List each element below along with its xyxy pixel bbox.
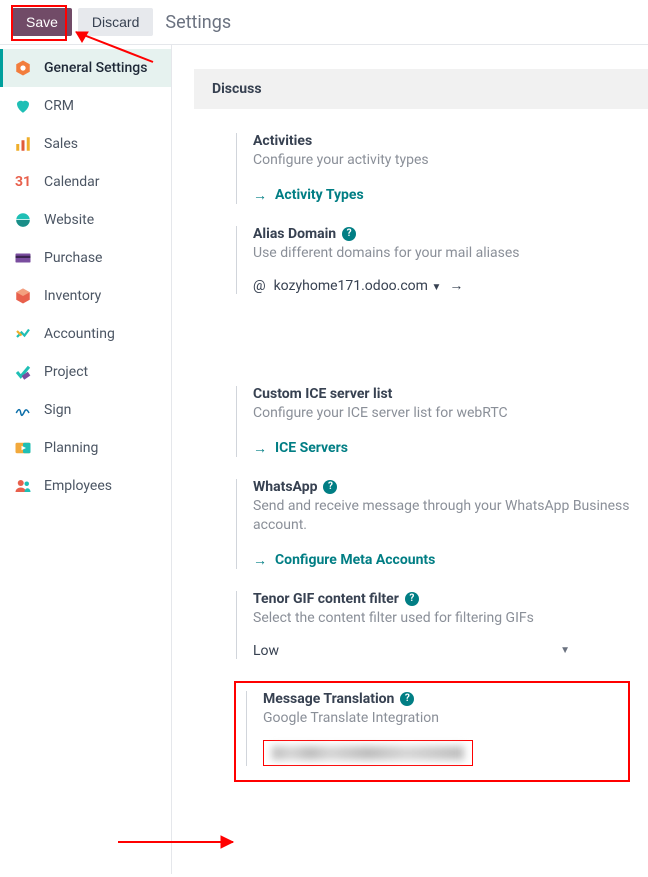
sidebar-item-label: Sign [44, 402, 71, 418]
api-key-obscured [272, 746, 464, 760]
card-icon [14, 249, 32, 267]
sidebar-item-calendar[interactable]: 31 Calendar [0, 163, 171, 201]
box-icon [14, 287, 32, 305]
calendar-icon: 31 [14, 173, 32, 191]
setting-desc: Send and receive message through your Wh… [253, 497, 630, 536]
sidebar-item-label: Employees [44, 478, 112, 494]
sidebar-item-label: CRM [44, 98, 74, 114]
sidebar-item-sign[interactable]: Sign [0, 391, 171, 429]
planning-icon [14, 439, 32, 457]
sidebar-item-label: Calendar [44, 174, 100, 190]
setting-title: Alias Domain ? [253, 226, 630, 242]
help-icon[interactable]: ? [342, 227, 356, 241]
alias-prefix: @ [253, 278, 266, 294]
people-icon [14, 477, 32, 495]
sidebar-item-planning[interactable]: Planning [0, 429, 171, 467]
setting-desc: Configure your ICE server list for webRT… [253, 404, 630, 424]
setting-tenor-filter: Tenor GIF content filter ? Select the co… [236, 591, 630, 659]
sidebar-item-employees[interactable]: Employees [0, 467, 171, 505]
sidebar-item-label: Planning [44, 440, 98, 456]
setting-title: Message Translation ? [263, 691, 618, 707]
arrow-right-icon: → [253, 187, 267, 204]
setting-whatsapp: WhatsApp ? Send and receive message thro… [236, 479, 630, 569]
help-icon[interactable]: ? [323, 480, 337, 494]
sidebar-item-purchase[interactable]: Purchase [0, 239, 171, 277]
signature-icon [14, 401, 32, 419]
title-text: Message Translation [263, 691, 394, 707]
save-button[interactable]: Save [12, 8, 72, 36]
title-text: Tenor GIF content filter [253, 591, 399, 607]
setting-activities: Activities Configure your activity types… [236, 133, 630, 204]
sidebar-item-label: Sales [44, 136, 78, 152]
sidebar-item-label: Inventory [44, 288, 101, 304]
sidebar-item-label: Project [44, 364, 88, 380]
sidebar-item-label: Purchase [44, 250, 102, 266]
title-text: Alias Domain [253, 226, 336, 242]
caret-down-icon: ▼ [431, 282, 441, 293]
setting-title: WhatsApp ? [253, 479, 630, 495]
discard-button[interactable]: Discard [78, 8, 153, 36]
alias-domain-value: kozyhome171.odoo.com [274, 278, 428, 294]
section-header-discuss: Discuss [194, 69, 648, 109]
setting-alias-domain: Alias Domain ? Use different domains for… [236, 226, 630, 295]
setting-desc: Configure your activity types [253, 151, 630, 171]
setting-desc: Google Translate Integration [263, 709, 618, 729]
gear-hex-icon [14, 59, 32, 77]
link-ice-servers[interactable]: → ICE Servers [253, 440, 348, 457]
setting-title: Tenor GIF content filter ? [253, 591, 630, 607]
sidebar-item-accounting[interactable]: Accounting [0, 315, 171, 353]
link-label: Activity Types [275, 187, 364, 203]
checkmark-icon [14, 363, 32, 381]
sidebar-item-sales[interactable]: Sales [0, 125, 171, 163]
external-link-icon[interactable]: → [449, 277, 463, 294]
alias-domain-select[interactable]: kozyhome171.odoo.com ▼ [274, 278, 442, 294]
link-label: ICE Servers [275, 440, 348, 456]
link-label: Configure Meta Accounts [275, 552, 435, 568]
sidebar-item-website[interactable]: Website [0, 201, 171, 239]
tenor-filter-select[interactable]: Low ▼ [253, 643, 630, 659]
help-icon[interactable]: ? [400, 692, 414, 706]
arrow-right-icon: → [253, 552, 267, 569]
link-configure-meta[interactable]: → Configure Meta Accounts [253, 552, 435, 569]
title-text: WhatsApp [253, 479, 317, 495]
annotation-translation-highlight: Message Translation ? Google Translate I… [234, 681, 630, 783]
setting-desc: Use different domains for your mail alia… [253, 244, 630, 264]
heartbeat-icon [14, 97, 32, 115]
api-key-input[interactable] [263, 740, 473, 766]
setting-desc: Select the content filter used for filte… [253, 609, 630, 629]
setting-title: Activities [253, 133, 630, 149]
setting-message-translation: Message Translation ? Google Translate I… [246, 691, 618, 767]
sidebar: General Settings CRM Sales 31 Calendar W… [0, 45, 172, 874]
sidebar-item-inventory[interactable]: Inventory [0, 277, 171, 315]
link-activity-types[interactable]: → Activity Types [253, 187, 364, 204]
arrow-right-icon: → [253, 440, 267, 457]
page-title: Settings [165, 12, 231, 33]
globe-icon [14, 211, 32, 229]
header: Save Discard Settings [0, 0, 648, 45]
sidebar-item-label: General Settings [44, 60, 147, 76]
main-panel: Discuss Activities Configure your activi… [172, 45, 648, 874]
sidebar-item-project[interactable]: Project [0, 353, 171, 391]
caret-down-icon: ▼ [560, 645, 570, 656]
sidebar-item-general-settings[interactable]: General Settings [0, 49, 171, 87]
setting-title: Custom ICE server list [253, 386, 630, 402]
bar-chart-icon [14, 135, 32, 153]
select-value: Low [253, 643, 279, 659]
sidebar-item-label: Accounting [44, 326, 115, 342]
arrows-icon [14, 325, 32, 343]
help-icon[interactable]: ? [405, 592, 419, 606]
sidebar-item-label: Website [44, 212, 94, 228]
sidebar-item-crm[interactable]: CRM [0, 87, 171, 125]
setting-ice-servers: Custom ICE server list Configure your IC… [236, 386, 630, 457]
